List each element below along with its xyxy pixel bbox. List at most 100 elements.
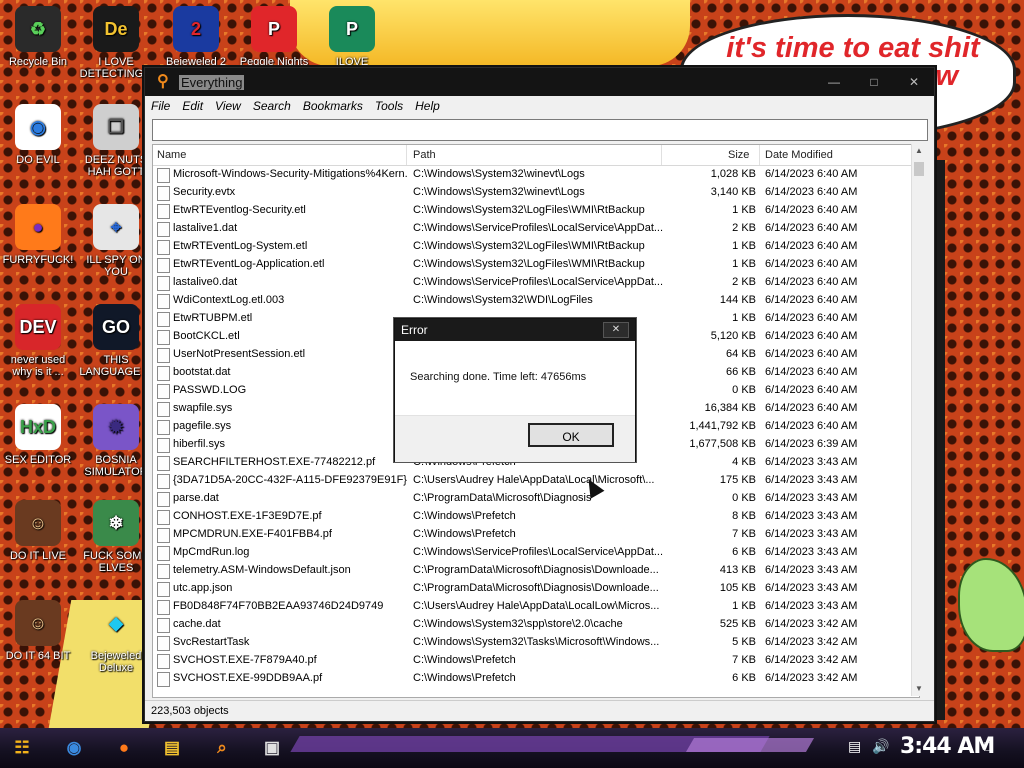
window-titlebar[interactable]: ⚲ Everything — □ ✕ xyxy=(145,68,934,96)
table-row[interactable]: Microsoft-Windows-Security-Mitigations%4… xyxy=(153,166,919,184)
desktop-icon[interactable]: De I LOVE DETECTING... xyxy=(78,6,154,80)
dialog-title: Error xyxy=(401,323,428,337)
table-row[interactable]: EtwRTEventLog-System.etl C:\Windows\Syste… xyxy=(153,238,919,256)
desktop-icon[interactable]: ✹ BOSNIA SIMULATOR xyxy=(78,404,154,478)
status-bar: 223,503 objects xyxy=(145,700,934,721)
desktop-icon[interactable]: P ILOVE xyxy=(314,6,390,68)
minimize-button[interactable]: — xyxy=(814,75,854,89)
cell-path: C:\Windows\Prefetch xyxy=(413,672,516,684)
media-taskbar-icon[interactable]: ▣ xyxy=(256,732,288,764)
cell-date: 6/14/2023 3:42 AM xyxy=(765,654,858,666)
network-icon[interactable]: ▤ xyxy=(848,738,861,755)
file-icon xyxy=(157,204,170,219)
chrome-taskbar-icon[interactable]: ◉ xyxy=(58,732,90,764)
dialog-close-button[interactable]: ✕ xyxy=(603,322,629,338)
volume-icon[interactable]: 🔊 xyxy=(872,738,889,755)
table-row[interactable]: lastalive0.dat C:\Windows\ServiceProfiles… xyxy=(153,274,919,292)
desktop-icon[interactable]: ◉ DO EVIL xyxy=(0,104,76,166)
desktop-icon[interactable]: ◆ Bejeweled Deluxe xyxy=(78,600,154,674)
menu-tools[interactable]: Tools xyxy=(375,99,403,113)
scroll-down-icon[interactable]: ▼ xyxy=(912,682,926,696)
table-row[interactable]: SVCHOST.EXE-7F879A40.pf C:\Windows\Prefet… xyxy=(153,652,919,670)
table-row[interactable]: cache.dat C:\Windows\System32\spp\store\2… xyxy=(153,616,919,634)
cell-name: utc.app.json xyxy=(173,582,233,594)
notification-icon[interactable]: □ xyxy=(984,738,992,754)
cell-date: 6/14/2023 6:40 AM xyxy=(765,384,858,396)
cell-path: C:\ProgramData\Microsoft\Diagnosis\Downl… xyxy=(413,582,659,594)
magnifier-icon: ⚲ xyxy=(157,73,169,90)
table-row[interactable]: MpCmdRun.log C:\Windows\ServiceProfiles\L… xyxy=(153,544,919,562)
cell-path: C:\ProgramData\Microsoft\Diagnosis xyxy=(413,492,592,504)
vertical-scrollbar[interactable]: ▲ ▼ xyxy=(911,144,926,696)
cell-path: C:\Windows\ServiceProfiles\LocalService\… xyxy=(413,546,663,558)
desktop-icon[interactable]: ☺ DO IT LIVE xyxy=(0,500,76,562)
desktop-icon[interactable]: ♻ Recycle Bin xyxy=(0,6,76,68)
table-row[interactable]: WdiContextLog.etl.003 C:\Windows\System32… xyxy=(153,292,919,310)
desktop-icon[interactable]: ☺ DO IT 64 BIT xyxy=(0,600,76,662)
firefox-taskbar-icon[interactable]: ● xyxy=(108,732,140,764)
menu-help[interactable]: Help xyxy=(415,99,440,113)
scroll-up-icon[interactable]: ▲ xyxy=(912,144,926,158)
column-header-name[interactable]: Name xyxy=(157,149,186,161)
column-divider[interactable] xyxy=(406,145,407,165)
maximize-button[interactable]: □ xyxy=(854,75,894,89)
table-row[interactable]: CONHOST.EXE-1F3E9D7E.pf C:\Windows\Prefet… xyxy=(153,508,919,526)
search-input[interactable] xyxy=(152,119,928,141)
cell-size: 2 KB xyxy=(732,222,756,234)
column-header-path[interactable]: Path xyxy=(413,149,436,161)
ok-button[interactable]: OK xyxy=(528,423,614,447)
table-row[interactable]: SvcRestartTask C:\Windows\System32\Tasks\… xyxy=(153,634,919,652)
cell-date: 6/14/2023 3:43 AM xyxy=(765,582,858,594)
column-divider[interactable] xyxy=(661,145,662,165)
close-button[interactable]: ✕ xyxy=(894,75,934,89)
table-row[interactable]: FB0D848F74F70BB2EAA93746D24D9749 C:\Users… xyxy=(153,598,919,616)
cell-name: Microsoft-Windows-Security-Mitigations%4… xyxy=(173,168,408,180)
table-row[interactable]: parse.dat C:\ProgramData\Microsoft\Diagno… xyxy=(153,490,919,508)
desktop-icon[interactable]: ⌖ ILL SPY ON YOU xyxy=(78,204,154,278)
cell-name: MPCMDRUN.EXE-F401FBB4.pf xyxy=(173,528,332,540)
cell-path: C:\Windows\ServiceProfiles\LocalService\… xyxy=(413,222,663,234)
desktop-icon-label: DEEZ NUTS HAH GOTT xyxy=(84,154,148,178)
desktop-app-icon: GO xyxy=(93,304,139,350)
table-row[interactable]: EtwRTEventlog-Security.etl C:\Windows\Sys… xyxy=(153,202,919,220)
table-row[interactable]: telemetry.ASM-WindowsDefault.json C:\Prog… xyxy=(153,562,919,580)
cell-path: C:\Windows\Prefetch xyxy=(413,528,516,540)
column-header-date[interactable]: Date Modified xyxy=(765,149,833,161)
desktop-icon[interactable]: HxD SEX EDITOR xyxy=(0,404,76,466)
column-header-size[interactable]: Size xyxy=(728,149,749,161)
menu-file[interactable]: File xyxy=(151,99,170,113)
desktop-icon[interactable]: P Peggle Nights xyxy=(236,6,312,68)
scroll-thumb[interactable] xyxy=(914,162,924,176)
everything-taskbar-icon[interactable]: ⌕ xyxy=(206,732,238,764)
column-divider[interactable] xyxy=(759,145,760,165)
menu-edit[interactable]: Edit xyxy=(182,99,203,113)
table-row[interactable]: {3DA71D5A-20CC-432F-A115-DFE92379E91F}..… xyxy=(153,472,919,490)
menu-search[interactable]: Search xyxy=(253,99,291,113)
start-button[interactable]: ☷ xyxy=(6,732,38,764)
menu-bookmarks[interactable]: Bookmarks xyxy=(303,99,363,113)
cell-size: 1 KB xyxy=(732,312,756,324)
desktop-icon[interactable]: ● FURRYFUCK! xyxy=(0,204,76,266)
table-row[interactable]: EtwRTEventLog-Application.etl C:\Windows\… xyxy=(153,256,919,274)
menu-view[interactable]: View xyxy=(215,99,241,113)
desktop-icon-label: ILL SPY ON YOU xyxy=(86,254,146,278)
cell-size: 0 KB xyxy=(732,384,756,396)
desktop-icon[interactable]: ❄ FUCK SOME ELVES xyxy=(78,500,154,574)
table-row[interactable]: SVCHOST.EXE-99DDB9AA.pf C:\Windows\Prefet… xyxy=(153,670,919,688)
cell-name: UserNotPresentSession.etl xyxy=(173,348,306,360)
table-row[interactable]: Security.evtx C:\Windows\System32\winevt\… xyxy=(153,184,919,202)
desktop-icon[interactable]: 2 Bejeweled 2 xyxy=(158,6,234,68)
dialog-titlebar[interactable]: Error ✕ xyxy=(395,319,635,341)
desktop-icon[interactable]: ❐ DEEZ NUTS HAH GOTT xyxy=(78,104,154,178)
cell-name: Security.evtx xyxy=(173,186,236,198)
taskbar-clock[interactable]: 3:44 AM xyxy=(900,734,995,759)
file-explorer-taskbar-icon[interactable]: ▤ xyxy=(156,732,188,764)
menu-bar: File Edit View Search Bookmarks Tools He… xyxy=(145,96,934,116)
table-row[interactable]: MPCMDRUN.EXE-F401FBB4.pf C:\Windows\Prefe… xyxy=(153,526,919,544)
table-row[interactable]: lastalive1.dat C:\Windows\ServiceProfiles… xyxy=(153,220,919,238)
desktop-icon-label: FUCK SOME ELVES xyxy=(83,550,149,574)
desktop-icon[interactable]: GO THIS LANGUAGE ... xyxy=(78,304,154,378)
table-row[interactable]: utc.app.json C:\ProgramData\Microsoft\Dia… xyxy=(153,580,919,598)
desktop-icon[interactable]: DEV never used why is it ... xyxy=(0,304,76,378)
cell-size: 525 KB xyxy=(719,618,756,630)
